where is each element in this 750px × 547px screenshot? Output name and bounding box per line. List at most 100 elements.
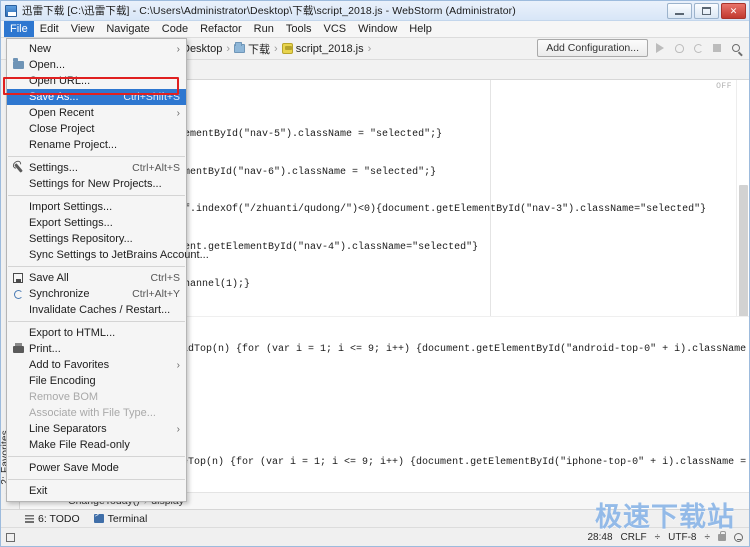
menu-item-synchronize[interactable]: Synchronize Ctrl+Alt+Y (7, 286, 186, 302)
face-icon[interactable] (734, 533, 743, 542)
menu-item-save-as[interactable]: Save As... Ctrl+Shift+S (7, 89, 186, 105)
minimize-icon (675, 13, 684, 15)
menu-item-new-label: New (25, 43, 169, 55)
menu-item-open[interactable]: Open... (7, 57, 186, 73)
editor-scrollbar[interactable] (736, 80, 749, 316)
caret-position[interactable]: 28:48 (588, 532, 613, 543)
menu-item-make-read-only[interactable]: Make File Read-only (7, 437, 186, 453)
encoding-status[interactable]: UTF-8 (668, 532, 696, 543)
menu-item-export-settings[interactable]: Export Settings... (7, 215, 186, 231)
menu-item-export-to-html-label: Export to HTML... (25, 327, 180, 339)
print-icon (11, 346, 25, 353)
menu-item-add-to-favorites[interactable]: Add to Favorites › (7, 357, 186, 373)
menu-item-close-project[interactable]: Close Project (7, 121, 186, 137)
maximize-button[interactable] (694, 3, 719, 19)
tool-window-bar: 6: TODO Terminal (1, 509, 749, 527)
inspection-badge[interactable]: OFF (716, 82, 732, 91)
menu-window[interactable]: Window (352, 21, 403, 37)
menu-item-power-save-mode[interactable]: Power Save Mode (7, 460, 186, 476)
debug-button[interactable] (672, 41, 686, 55)
menu-item-save-all[interactable]: Save All Ctrl+S (7, 270, 186, 286)
menu-tools[interactable]: Tools (280, 21, 318, 37)
menu-item-settings[interactable]: Settings... Ctrl+Alt+S (7, 160, 186, 176)
menu-item-sync-settings[interactable]: Sync Settings to JetBrains Account... (7, 247, 186, 263)
menu-code-label: Code (162, 23, 188, 35)
menu-item-print[interactable]: Print... (7, 341, 186, 357)
menu-item-close-project-label: Close Project (25, 123, 180, 135)
encoding-divider: ÷ (705, 532, 711, 543)
menu-edit-label: Edit (40, 23, 59, 35)
close-button[interactable]: ✕ (721, 3, 746, 19)
menu-file[interactable]: File (4, 21, 34, 37)
menu-item-import-settings-label: Import Settings... (25, 201, 180, 213)
menu-view[interactable]: View (65, 21, 101, 37)
js-file-icon (282, 43, 293, 54)
run-button[interactable] (653, 41, 667, 55)
menu-vcs[interactable]: VCS (318, 21, 353, 37)
menu-item-save-as-label: Save As... (25, 91, 113, 103)
chevron-right-icon: › (169, 108, 180, 119)
menu-navigate[interactable]: Navigate (100, 21, 155, 37)
breadcrumb-item-desktop[interactable]: Desktop (181, 43, 223, 55)
menu-item-settings-new-projects[interactable]: Settings for New Projects... (7, 176, 186, 192)
chevron-right-icon: › (169, 44, 180, 55)
menu-tools-label: Tools (286, 23, 312, 35)
window-title: 迅雷下载 [C:\迅雷下载] - C:\Users\Administrator\… (22, 3, 516, 18)
menu-help[interactable]: Help (403, 21, 438, 37)
menu-item-sync-settings-label: Sync Settings to JetBrains Account... (25, 249, 209, 261)
menu-item-new[interactable]: New › (7, 41, 186, 57)
menu-item-open-url[interactable]: Open URL... (7, 73, 186, 89)
menu-item-export-to-html[interactable]: Export to HTML... (7, 325, 186, 341)
menu-item-open-recent[interactable]: Open Recent › (7, 105, 186, 121)
stop-button[interactable] (710, 41, 724, 55)
menu-item-settings-repository[interactable]: Settings Repository... (7, 231, 186, 247)
menu-item-synchronize-shortcut: Ctrl+Alt+Y (122, 288, 180, 300)
menu-item-power-save-mode-label: Power Save Mode (25, 462, 180, 474)
wrench-icon (11, 163, 25, 173)
menu-item-line-separators[interactable]: Line Separators › (7, 421, 186, 437)
breadcrumb-item-file[interactable]: script_2018.js (281, 43, 365, 55)
add-configuration-button[interactable]: Add Configuration... (537, 39, 648, 57)
run-icon (656, 43, 664, 53)
menu-separator (8, 456, 185, 457)
menu-help-label: Help (409, 23, 432, 35)
webstorm-window: 迅雷下载 [C:\迅雷下载] - C:\Users\Administrator\… (0, 0, 750, 547)
search-everywhere-button[interactable] (729, 41, 743, 55)
line-separator-divider: ÷ (655, 532, 661, 543)
todo-icon (25, 515, 34, 523)
menu-item-exit[interactable]: Exit (7, 483, 186, 499)
menu-run[interactable]: Run (248, 21, 280, 37)
menu-item-invalidate-caches[interactable]: Invalidate Caches / Restart... (7, 302, 186, 318)
menu-item-associate-file-type-label: Associate with File Type... (25, 407, 180, 419)
folder-icon (234, 44, 245, 53)
tool-window-todo[interactable]: 6: TODO (25, 513, 80, 525)
event-log-icon[interactable] (6, 533, 15, 542)
lock-icon[interactable] (718, 534, 726, 541)
menu-edit[interactable]: Edit (34, 21, 65, 37)
coverage-icon (694, 44, 703, 53)
minimize-button[interactable] (667, 3, 692, 19)
file-menu-dropdown[interactable]: New › Open... Open URL... Save As... Ctr… (6, 38, 187, 502)
menu-code[interactable]: Code (156, 21, 194, 37)
tool-window-terminal-label: Terminal (108, 513, 148, 525)
breadcrumb: Desktop › 下载 › script_2018.js › (181, 41, 372, 57)
menu-separator (8, 266, 185, 267)
menu-item-import-settings[interactable]: Import Settings... (7, 199, 186, 215)
tool-window-terminal[interactable]: Terminal (94, 513, 148, 525)
breadcrumb-separator: › (367, 43, 373, 55)
title-bar: 迅雷下载 [C:\迅雷下载] - C:\Users\Administrator\… (1, 1, 749, 21)
menu-refactor[interactable]: Refactor (194, 21, 248, 37)
breadcrumb-file-label: script_2018.js (296, 43, 364, 55)
menu-item-rename-project[interactable]: Rename Project... (7, 137, 186, 153)
menu-bar: File Edit View Navigate Code Refactor Ru… (1, 21, 749, 38)
breadcrumb-folder-label: 下载 (248, 41, 270, 57)
status-right-group: 28:48 CRLF ÷ UTF-8 ÷ (588, 532, 744, 543)
line-separator-status[interactable]: CRLF (621, 532, 647, 543)
scrollbar-thumb[interactable] (739, 185, 748, 316)
menu-item-file-encoding[interactable]: File Encoding (7, 373, 186, 389)
menu-item-settings-repository-label: Settings Repository... (25, 233, 180, 245)
menu-item-open-label: Open... (25, 59, 180, 71)
coverage-button[interactable] (691, 41, 705, 55)
menu-separator (8, 195, 185, 196)
breadcrumb-item-folder[interactable]: 下载 (233, 41, 271, 57)
